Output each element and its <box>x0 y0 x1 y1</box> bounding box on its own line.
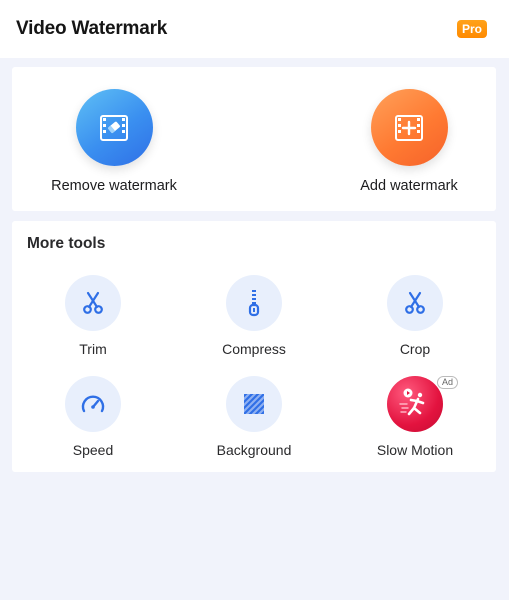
eraser-film-icon <box>75 89 153 166</box>
background-label: Background <box>216 442 292 458</box>
crop-button[interactable]: Crop <box>350 275 480 357</box>
trim-button[interactable]: Trim <box>28 275 158 357</box>
add-watermark-button[interactable]: Add watermark <box>309 89 509 194</box>
crop-label: Crop <box>399 341 431 357</box>
app-title: Video Watermark <box>16 18 168 39</box>
app-bar: Video Watermark Pro <box>0 0 509 58</box>
background-button[interactable]: Background <box>189 376 319 458</box>
main-actions-card: Remove watermark Add watermark <box>12 67 496 211</box>
plus-film-icon <box>370 89 448 166</box>
pro-badge[interactable]: Pro <box>456 20 487 38</box>
scissors-icon <box>65 275 121 331</box>
speedometer-icon <box>65 376 121 432</box>
remove-watermark-button[interactable]: Remove watermark <box>14 89 214 194</box>
slow-motion-button[interactable]: Ad Slow Motion <box>350 376 480 458</box>
speed-label: Speed <box>72 442 114 458</box>
trim-label: Trim <box>79 341 107 357</box>
hatched-square-icon <box>226 376 282 432</box>
running-man-icon: Ad <box>387 376 458 432</box>
slow-motion-label: Slow Motion <box>376 442 454 458</box>
speed-button[interactable]: Speed <box>28 376 158 458</box>
scissors-icon <box>387 275 443 331</box>
more-tools-card: More tools Trim Compress Crop Speed Back… <box>12 221 496 472</box>
remove-watermark-label: Remove watermark <box>51 178 177 194</box>
zipper-icon <box>226 275 282 331</box>
compress-button[interactable]: Compress <box>189 275 319 357</box>
ad-badge: Ad <box>436 376 458 389</box>
compress-label: Compress <box>222 341 286 357</box>
more-tools-title: More tools <box>27 235 106 252</box>
add-watermark-label: Add watermark <box>360 178 458 194</box>
